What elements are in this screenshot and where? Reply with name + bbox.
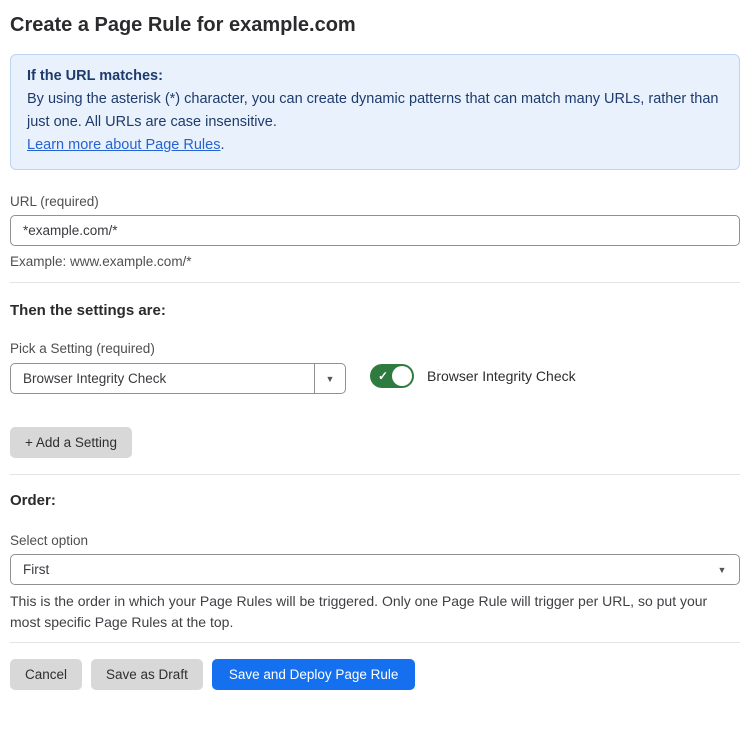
setting-select-value: Browser Integrity Check <box>11 364 314 393</box>
order-section-heading: Order: <box>10 492 740 510</box>
page-title: Create a Page Rule for example.com <box>10 13 740 37</box>
save-and-deploy-button[interactable]: Save and Deploy Page Rule <box>212 659 416 690</box>
order-select-value: First <box>11 555 705 584</box>
chevron-down-icon: ▼ <box>705 555 739 584</box>
setting-toggle[interactable]: ✓ <box>370 364 414 388</box>
cancel-button[interactable]: Cancel <box>10 659 82 690</box>
url-match-info-box: If the URL matches: By using the asteris… <box>10 54 740 170</box>
settings-section-heading: Then the settings are: <box>10 302 740 320</box>
divider <box>10 474 740 475</box>
setting-toggle-label: Browser Integrity Check <box>427 368 576 384</box>
url-input[interactable] <box>10 215 740 246</box>
url-field-label: URL (required) <box>10 193 740 210</box>
setting-row: Pick a Setting (required) Browser Integr… <box>10 340 740 394</box>
add-setting-button[interactable]: + Add a Setting <box>10 427 132 458</box>
link-period: . <box>220 137 224 153</box>
divider <box>10 282 740 283</box>
order-select-label: Select option <box>10 532 740 549</box>
divider <box>10 642 740 643</box>
page-rule-form: Create a Page Rule for example.com If th… <box>0 0 750 730</box>
learn-more-link[interactable]: Learn more about Page Rules <box>27 137 220 153</box>
footer-actions: Cancel Save as Draft Save and Deploy Pag… <box>10 659 740 690</box>
order-help-text: This is the order in which your Page Rul… <box>10 591 740 633</box>
chevron-down-icon[interactable]: ▼ <box>314 364 345 393</box>
pick-setting-label: Pick a Setting (required) <box>10 340 740 357</box>
save-as-draft-button[interactable]: Save as Draft <box>91 659 203 690</box>
info-box-link-line: Learn more about Page Rules. <box>27 134 723 157</box>
order-select[interactable]: First ▼ <box>10 554 740 585</box>
url-example-text: Example: www.example.com/* <box>10 253 740 270</box>
info-box-heading: If the URL matches: <box>27 65 723 88</box>
check-icon: ✓ <box>378 369 388 381</box>
info-box-body: By using the asterisk (*) character, you… <box>27 88 723 134</box>
setting-select[interactable]: Browser Integrity Check ▼ <box>10 363 346 394</box>
toggle-knob <box>392 366 412 386</box>
